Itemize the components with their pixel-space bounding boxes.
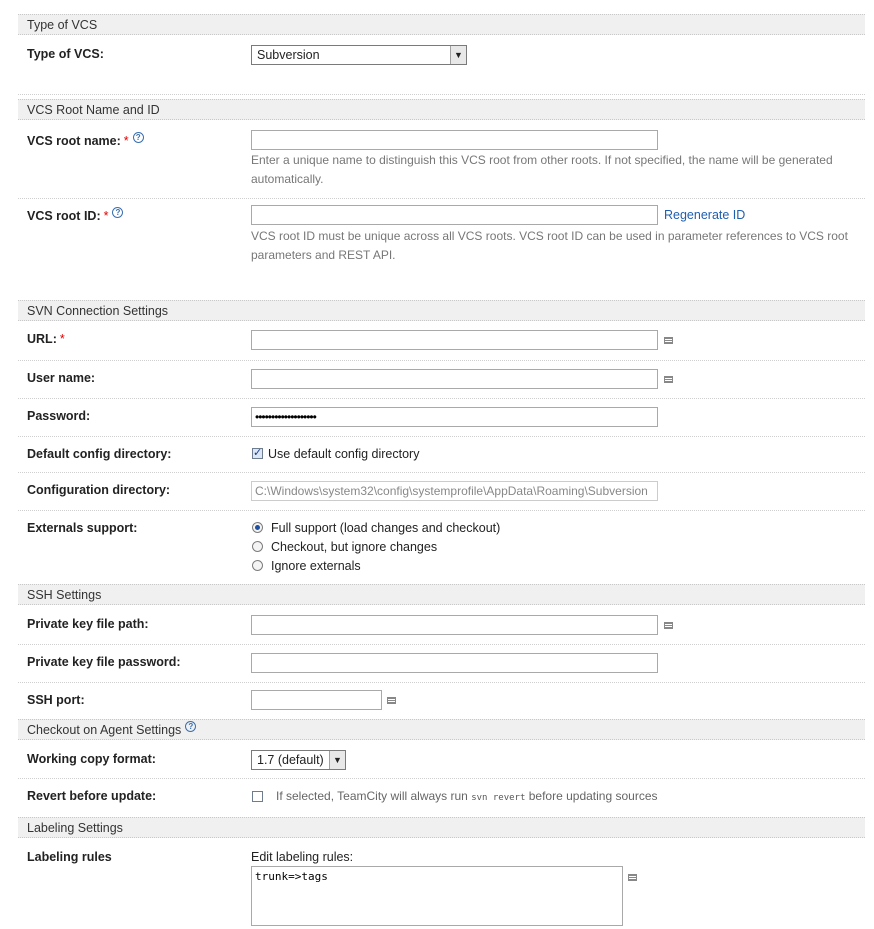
row-private-key-path: Private key file path: xyxy=(18,606,865,645)
vcs-root-name-input[interactable] xyxy=(251,130,658,150)
config-dir-input xyxy=(251,481,658,501)
list-icon[interactable] xyxy=(387,697,396,704)
row-labeling-rules: Labeling rules Edit labeling rules: xyxy=(18,839,865,929)
required-marker: * xyxy=(123,134,129,149)
row-working-copy: Working copy format: 1.7 (default) ▼ xyxy=(18,741,865,779)
password-input[interactable] xyxy=(251,407,658,427)
user-name-input[interactable] xyxy=(251,369,658,389)
private-key-path-label: Private key file path: xyxy=(27,617,149,631)
config-dir-label: Configuration directory: xyxy=(27,483,171,497)
vcs-root-name-note: Enter a unique name to distinguish this … xyxy=(251,153,833,186)
row-ssh-port: SSH port: xyxy=(18,683,865,718)
section-checkout-agent: Checkout on Agent Settings? xyxy=(18,719,865,740)
externals-checkout-label: Checkout, but ignore changes xyxy=(271,540,438,554)
vcs-root-id-label: VCS root ID: *? xyxy=(27,207,124,224)
vcs-root-id-note: VCS root ID must be unique across all VC… xyxy=(251,229,848,262)
section-root-name-id: VCS Root Name and ID xyxy=(18,99,865,120)
chevron-down-icon: ▼ xyxy=(450,46,466,64)
list-icon[interactable] xyxy=(628,874,637,881)
required-marker: * xyxy=(103,209,109,224)
ssh-port-label: SSH port: xyxy=(27,693,85,707)
list-icon[interactable] xyxy=(664,622,673,629)
help-icon[interactable]: ? xyxy=(185,720,197,732)
row-vcs-root-id: VCS root ID: *? Regenerate ID VCS root ID… xyxy=(18,199,865,296)
section-type-of-vcs: Type of VCS xyxy=(18,14,865,35)
row-type-of-vcs: Type of VCS: Subversion ▼ xyxy=(18,36,865,95)
use-default-config-checkbox[interactable] xyxy=(252,446,263,459)
row-config-dir: Configuration directory: xyxy=(18,473,865,511)
externals-full-radio[interactable] xyxy=(252,522,263,533)
row-vcs-root-name: VCS root name: *? Enter a unique name to … xyxy=(18,121,865,199)
labeling-rules-caption: Edit labeling rules: xyxy=(251,850,354,864)
revert-checkbox[interactable] xyxy=(252,791,263,802)
url-label: URL: * xyxy=(27,332,65,346)
type-of-vcs-value: Subversion xyxy=(257,48,320,62)
help-icon[interactable]: ? xyxy=(112,207,124,218)
row-revert: Revert before update: If selected, TeamC… xyxy=(18,779,865,817)
vcs-root-id-input[interactable] xyxy=(251,205,658,225)
revert-label: Revert before update: xyxy=(27,789,157,803)
working-copy-label: Working copy format: xyxy=(27,752,156,766)
default-config-label: Default config directory: xyxy=(27,447,172,461)
url-input[interactable] xyxy=(251,330,658,350)
private-key-path-input[interactable] xyxy=(251,615,658,635)
ssh-port-input[interactable] xyxy=(251,690,382,710)
list-icon[interactable] xyxy=(664,337,673,344)
working-copy-select[interactable]: 1.7 (default) ▼ xyxy=(251,750,346,770)
regenerate-id-link[interactable]: Regenerate ID xyxy=(664,208,745,222)
row-private-key-password: Private key file password: xyxy=(18,645,865,683)
externals-ignore-label: Ignore externals xyxy=(271,559,361,573)
revert-command: svn revert xyxy=(471,793,526,803)
section-svn-connection: SVN Connection Settings xyxy=(18,300,865,321)
row-default-config: Default config directory: Use default co… xyxy=(18,437,865,473)
use-default-config-label: Use default config directory xyxy=(268,447,420,461)
password-label: Password: xyxy=(27,409,91,423)
row-externals: Externals support: Full support (load ch… xyxy=(18,511,865,583)
required-marker: * xyxy=(59,332,65,346)
list-icon[interactable] xyxy=(664,376,673,383)
private-key-password-input[interactable] xyxy=(251,653,658,673)
vcs-root-name-label: VCS root name: *? xyxy=(27,132,144,148)
help-icon[interactable]: ? xyxy=(132,132,144,143)
externals-checkout-radio[interactable] xyxy=(252,541,263,552)
row-password: Password: xyxy=(18,399,865,437)
private-key-password-label: Private key file password: xyxy=(27,655,181,669)
section-ssh: SSH Settings xyxy=(18,584,865,605)
user-name-label: User name: xyxy=(27,371,96,385)
chevron-down-icon: ▼ xyxy=(329,751,345,769)
externals-full-label: Full support (load changes and checkout) xyxy=(271,521,501,535)
row-url: URL: * xyxy=(18,322,865,361)
externals-label: Externals support: xyxy=(27,521,138,535)
working-copy-value: 1.7 (default) xyxy=(257,753,324,767)
revert-note: If selected, TeamCity will always run sv… xyxy=(276,789,658,803)
type-of-vcs-label: Type of VCS: xyxy=(27,47,104,61)
section-labeling: Labeling Settings xyxy=(18,817,865,838)
row-user-name: User name: xyxy=(18,361,865,399)
externals-ignore-radio[interactable] xyxy=(252,560,263,571)
labeling-rules-label: Labeling rules xyxy=(27,850,112,864)
labeling-rules-textarea[interactable] xyxy=(251,866,623,926)
type-of-vcs-select[interactable]: Subversion ▼ xyxy=(251,45,467,65)
